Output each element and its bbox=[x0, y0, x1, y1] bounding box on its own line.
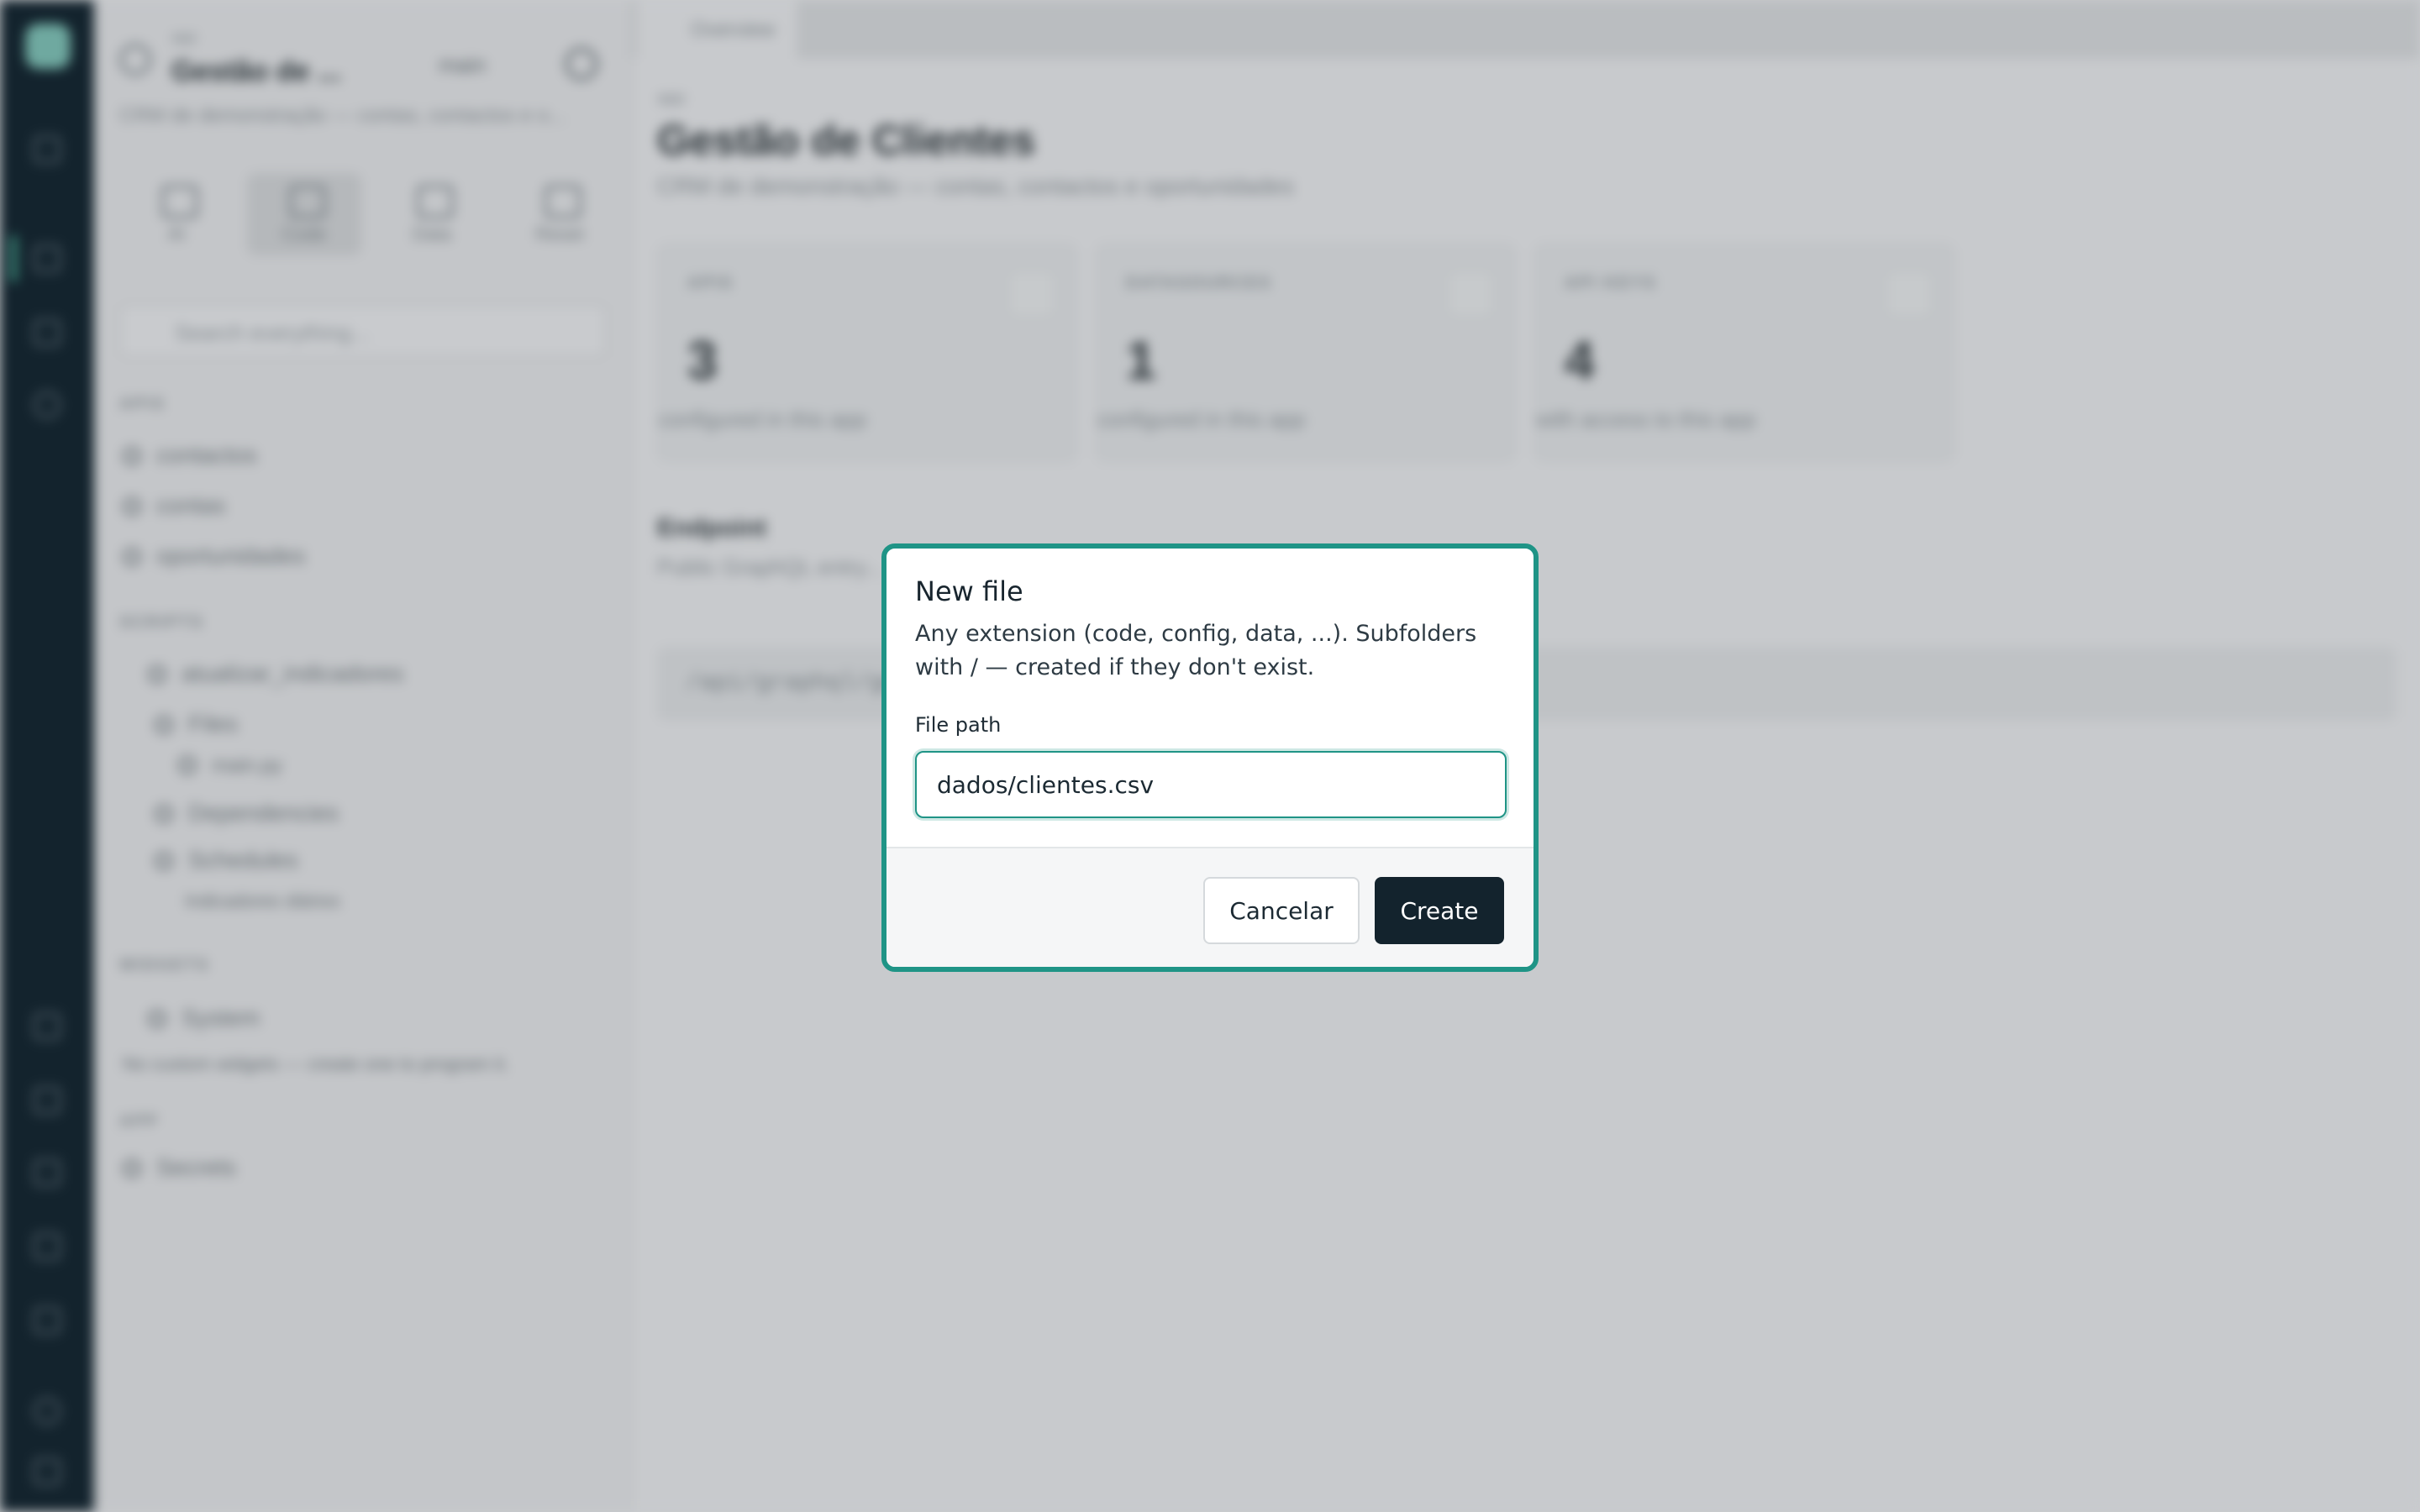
key-icon bbox=[1886, 270, 1933, 318]
file-item[interactable]: main.py bbox=[178, 754, 282, 778]
script-icon bbox=[148, 665, 166, 684]
app-icon bbox=[119, 44, 151, 76]
stat-label: API KEYS bbox=[1565, 274, 1657, 292]
apps-icon[interactable] bbox=[34, 245, 60, 272]
clock-icon bbox=[155, 852, 173, 870]
dialog-footer: Cancelar Create bbox=[886, 847, 1534, 967]
branch-selector[interactable]: main bbox=[397, 45, 523, 84]
file-path-label: File path bbox=[915, 713, 1002, 737]
dialog-description: Any extension (code, config, data, ...).… bbox=[915, 621, 1477, 680]
page-description: CRM de demonstração — contas, contactos … bbox=[657, 173, 1294, 199]
add-icon[interactable] bbox=[34, 391, 60, 418]
mode-switcher: AI Code Data Reset bbox=[119, 173, 623, 255]
active-indicator bbox=[10, 235, 17, 282]
widget-icon bbox=[148, 1010, 166, 1028]
app-kicker: app bbox=[171, 29, 197, 45]
logout-icon[interactable] bbox=[34, 1458, 60, 1485]
stat-sub: configured in this app bbox=[659, 407, 867, 432]
sidebar: app Gestão de ... main CRM de demonstraç… bbox=[94, 0, 632, 1512]
stat-sub: configured in this app bbox=[1097, 407, 1306, 432]
grid-icon[interactable] bbox=[34, 136, 60, 163]
schedule-item[interactable]: Indicadores diários bbox=[185, 890, 340, 912]
settings-icon[interactable] bbox=[34, 1307, 60, 1334]
mode-reset[interactable]: Reset bbox=[502, 173, 617, 255]
account-icon[interactable] bbox=[34, 1398, 60, 1425]
widgets-system[interactable]: System bbox=[148, 1005, 260, 1032]
stat-sub: with access to this app bbox=[1536, 407, 1756, 432]
section-app: APP bbox=[119, 1112, 160, 1131]
widgets-empty-note: No custom widgets — create one to progra… bbox=[123, 1053, 509, 1074]
section-widgets: WIDGETS bbox=[119, 956, 210, 974]
key-icon bbox=[123, 1159, 141, 1178]
logo-icon bbox=[25, 24, 71, 69]
help-icon[interactable] bbox=[34, 1233, 60, 1260]
dependencies-folder[interactable]: Dependencies bbox=[155, 800, 339, 827]
api-icon bbox=[123, 447, 141, 465]
gear-icon[interactable] bbox=[565, 47, 598, 81]
python-icon bbox=[178, 756, 197, 774]
page-kicker: app bbox=[657, 89, 686, 108]
mode-code[interactable]: Code bbox=[247, 173, 361, 255]
api-icon bbox=[123, 548, 141, 566]
folder-icon bbox=[155, 716, 173, 734]
mode-ai[interactable]: AI bbox=[119, 173, 234, 255]
users-icon[interactable] bbox=[34, 1087, 60, 1114]
section-scripts: SCRIPTS bbox=[119, 613, 204, 632]
stat-card-apis[interactable]: APIS 3 configured in this app bbox=[657, 244, 1077, 462]
sidebar-item-secrets[interactable]: Secrets bbox=[123, 1154, 236, 1181]
file-path-input[interactable] bbox=[915, 751, 1507, 818]
mode-data[interactable]: Data bbox=[375, 173, 489, 255]
new-file-dialog: New file Any extension (code, config, da… bbox=[881, 543, 1539, 972]
sidebar-item-oportunidades[interactable]: oportunidades bbox=[123, 543, 305, 570]
create-button[interactable]: Create bbox=[1375, 877, 1504, 944]
package-icon bbox=[155, 805, 173, 823]
stat-value: 1 bbox=[1126, 330, 1156, 391]
deploy-icon[interactable] bbox=[34, 1013, 60, 1040]
app-description: CRM de demonstração — contas, contactos … bbox=[119, 104, 566, 127]
api-icon bbox=[123, 497, 141, 516]
stat-card-datasources[interactable]: DATASOURCES 1 configured in this app bbox=[1096, 244, 1516, 462]
api-icon bbox=[1008, 270, 1055, 318]
dialog-title: New file bbox=[915, 575, 1023, 607]
rocket-icon[interactable] bbox=[34, 319, 60, 346]
nav-rail bbox=[0, 0, 94, 1512]
endpoint-subtitle: Public GraphQL entry... bbox=[657, 554, 883, 580]
script-item[interactable]: atualizar_indicadores bbox=[148, 660, 404, 687]
database-icon bbox=[1447, 270, 1494, 318]
stat-value: 4 bbox=[1565, 330, 1595, 391]
files-folder[interactable]: Files bbox=[155, 711, 238, 738]
key-icon[interactable] bbox=[34, 1159, 60, 1186]
search-input[interactable]: Search everything... bbox=[119, 304, 607, 358]
stat-value: 3 bbox=[687, 330, 718, 391]
schedules-folder[interactable]: Schedules bbox=[155, 847, 298, 874]
app-name: Gestão de ... bbox=[171, 55, 342, 87]
stat-card-api-keys[interactable]: API KEYS 4 with access to this app bbox=[1534, 244, 1954, 462]
endpoint-title: Endpoint bbox=[657, 514, 766, 542]
section-apis: APIS bbox=[119, 395, 166, 413]
sidebar-item-contactos[interactable]: contactos bbox=[123, 442, 257, 469]
sidebar-item-contas[interactable]: contas bbox=[123, 492, 226, 519]
tab-bar: Overview bbox=[632, 0, 2420, 59]
tab-overview[interactable]: Overview bbox=[637, 0, 797, 59]
page-title: Gestão de Clientes bbox=[657, 117, 1036, 164]
stat-label: APIS bbox=[687, 274, 734, 292]
cancel-button[interactable]: Cancelar bbox=[1203, 877, 1360, 944]
stat-label: DATASOURCES bbox=[1126, 274, 1272, 292]
